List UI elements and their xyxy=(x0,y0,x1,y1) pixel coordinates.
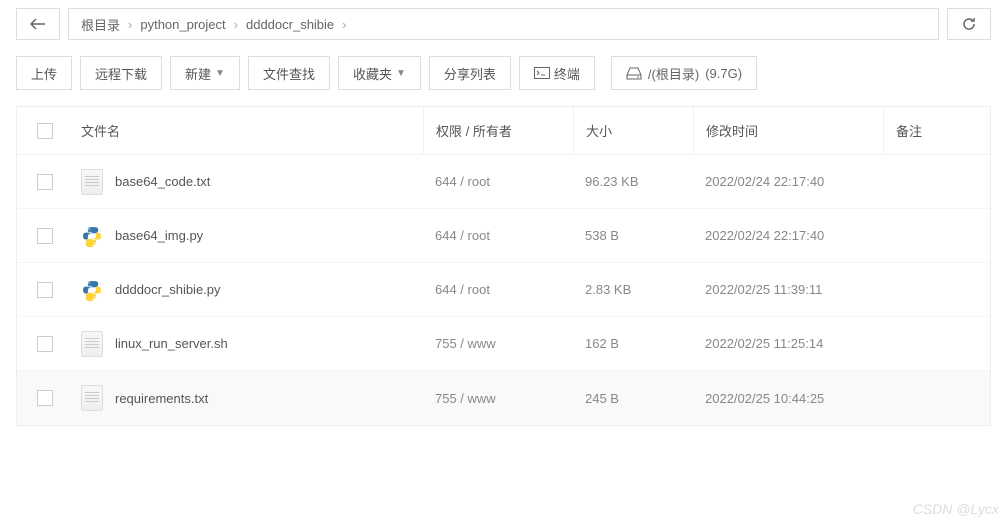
arrow-left-icon xyxy=(30,18,46,30)
table-row[interactable]: base64_code.txt 644 / root96.23 KB2022/02… xyxy=(17,155,990,209)
breadcrumb-root[interactable]: 根目录 xyxy=(81,15,120,34)
table-row[interactable]: requirements.txt 755 / www245 B2022/02/25… xyxy=(17,371,990,425)
file-name[interactable]: linux_run_server.sh xyxy=(115,336,228,351)
disk-info[interactable]: /(根目录) (9.7G) xyxy=(611,56,757,90)
file-size: 162 B xyxy=(573,336,693,351)
file-name[interactable]: base64_img.py xyxy=(115,228,203,243)
column-time[interactable]: 修改时间 xyxy=(693,107,883,154)
new-button[interactable]: 新建▼ xyxy=(170,56,240,90)
table-row[interactable]: base64_img.py 644 / root538 B2022/02/24 2… xyxy=(17,209,990,263)
row-checkbox[interactable] xyxy=(37,282,53,298)
breadcrumb: 根目录 › python_project › ddddocr_shibie › xyxy=(68,8,939,40)
text-file-icon xyxy=(81,331,103,357)
file-table: 文件名 权限 / 所有者 大小 修改时间 备注 base64_code.txt 6… xyxy=(16,106,991,426)
file-perm: 644 / root xyxy=(423,228,573,243)
file-size: 2.83 KB xyxy=(573,282,693,297)
table-row[interactable]: ddddocr_shibie.py 644 / root2.83 KB2022/0… xyxy=(17,263,990,317)
chevron-right-icon: › xyxy=(342,17,346,32)
watermark: CSDN @Lycx xyxy=(913,501,999,517)
favorites-button[interactable]: 收藏夹▼ xyxy=(338,56,421,90)
column-note[interactable]: 备注 xyxy=(883,107,990,154)
file-time: 2022/02/25 11:39:11 xyxy=(693,282,883,297)
file-perm: 644 / root xyxy=(423,282,573,297)
file-time: 2022/02/24 22:17:40 xyxy=(693,174,883,189)
breadcrumb-item[interactable]: ddddocr_shibie xyxy=(246,17,334,32)
column-name[interactable]: 文件名 xyxy=(73,121,423,140)
file-size: 538 B xyxy=(573,228,693,243)
remote-download-button[interactable]: 远程下载 xyxy=(80,56,162,90)
chevron-right-icon: › xyxy=(234,17,238,32)
file-time: 2022/02/25 10:44:25 xyxy=(693,391,883,406)
file-search-button[interactable]: 文件查找 xyxy=(248,56,330,90)
terminal-icon xyxy=(534,67,550,79)
chevron-down-icon: ▼ xyxy=(396,68,406,79)
chevron-down-icon: ▼ xyxy=(215,68,225,79)
file-time: 2022/02/24 22:17:40 xyxy=(693,228,883,243)
text-file-icon xyxy=(81,169,103,195)
row-checkbox[interactable] xyxy=(37,390,53,406)
refresh-icon xyxy=(961,16,977,32)
file-name[interactable]: requirements.txt xyxy=(115,391,208,406)
text-file-icon xyxy=(81,385,103,411)
python-icon xyxy=(81,223,103,249)
upload-button[interactable]: 上传 xyxy=(16,56,72,90)
row-checkbox[interactable] xyxy=(37,228,53,244)
file-size: 245 B xyxy=(573,391,693,406)
file-name[interactable]: ddddocr_shibie.py xyxy=(115,282,221,297)
column-size[interactable]: 大小 xyxy=(573,107,693,154)
disk-path: /(根目录) xyxy=(648,64,699,83)
file-name[interactable]: base64_code.txt xyxy=(115,174,210,189)
file-perm: 644 / root xyxy=(423,174,573,189)
column-perm[interactable]: 权限 / 所有者 xyxy=(423,107,573,154)
row-checkbox[interactable] xyxy=(37,336,53,352)
python-icon xyxy=(81,277,103,303)
disk-size: (9.7G) xyxy=(705,66,742,81)
breadcrumb-item[interactable]: python_project xyxy=(140,17,225,32)
table-row[interactable]: linux_run_server.sh 755 / www162 B2022/02… xyxy=(17,317,990,371)
share-list-button[interactable]: 分享列表 xyxy=(429,56,511,90)
file-perm: 755 / www xyxy=(423,336,573,351)
file-perm: 755 / www xyxy=(423,391,573,406)
terminal-button[interactable]: 终端 xyxy=(519,56,595,90)
chevron-right-icon: › xyxy=(128,17,132,32)
select-all-checkbox[interactable] xyxy=(37,123,53,139)
back-button[interactable] xyxy=(16,8,60,40)
file-time: 2022/02/25 11:25:14 xyxy=(693,336,883,351)
refresh-button[interactable] xyxy=(947,8,991,40)
disk-icon xyxy=(626,66,642,80)
file-size: 96.23 KB xyxy=(573,174,693,189)
table-header: 文件名 权限 / 所有者 大小 修改时间 备注 xyxy=(17,107,990,155)
row-checkbox[interactable] xyxy=(37,174,53,190)
